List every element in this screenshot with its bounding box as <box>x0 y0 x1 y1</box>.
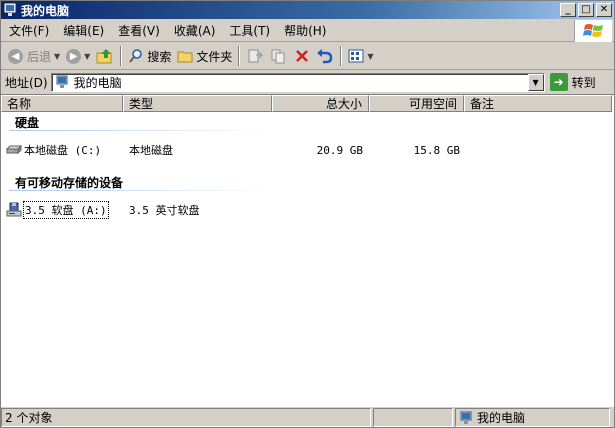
chevron-down-icon: ▼ <box>532 77 539 87</box>
close-button[interactable]: ✕ <box>596 3 612 17</box>
go-button[interactable]: ➜ 转到 <box>549 73 596 91</box>
menu-view[interactable]: 查看(V) <box>111 22 167 39</box>
column-header-type[interactable]: 类型 <box>123 95 272 112</box>
go-arrow-icon: ➜ <box>549 73 568 91</box>
minimize-button[interactable]: _ <box>560 3 576 17</box>
close-icon: ✕ <box>599 4 609 15</box>
windows-flag-icon <box>582 24 603 37</box>
address-label: 地址(D) <box>5 75 48 90</box>
column-header-free-space[interactable]: 可用空间 <box>369 95 464 112</box>
chevron-down-icon: ▼ <box>367 51 374 61</box>
address-bar: 地址(D) 我的电脑 ▼ ➜ 转到 <box>1 71 614 93</box>
floppy-drive-icon <box>6 202 22 217</box>
window-title: 我的电脑 <box>21 3 70 18</box>
status-bar: 2 个对象 我的电脑 <box>1 408 614 427</box>
maximize-icon: □ <box>581 4 591 15</box>
list-item[interactable]: 本地磁盘 (C:) 本地磁盘 20.9 GB 15.8 GB <box>1 141 612 159</box>
undo-button[interactable] <box>313 45 337 67</box>
status-empty-panel <box>373 408 453 427</box>
folders-button[interactable]: 文件夹 <box>174 45 235 67</box>
column-header-comment[interactable]: 备注 <box>464 95 612 112</box>
group-divider <box>9 130 271 131</box>
folders-label: 文件夹 <box>196 49 233 64</box>
chevron-down-icon: ▼ <box>84 51 91 61</box>
explorer-window: 我的电脑 _ □ ✕ 文件(F) 编辑(E) 查看(V) 收藏(A) 工具(T)… <box>0 0 615 428</box>
status-location: 我的电脑 <box>455 408 610 427</box>
delete-x-icon <box>296 50 309 62</box>
address-value: 我的电脑 <box>73 75 122 90</box>
toolbar-separator <box>238 46 241 66</box>
toolbar-separator <box>340 46 343 66</box>
list-item[interactable]: 3.5 软盘 (A:) 3.5 英寸软盘 <box>1 201 612 219</box>
undo-icon <box>317 49 333 64</box>
folder-up-icon <box>96 49 112 64</box>
forward-button[interactable]: ▶ ▼ <box>63 45 93 67</box>
menu-favorites[interactable]: 收藏(A) <box>167 22 223 39</box>
copy-to-icon <box>271 49 285 64</box>
move-to-button[interactable] <box>243 45 267 67</box>
menu-file[interactable]: 文件(F) <box>1 22 56 39</box>
item-type: 3.5 英寸软盘 <box>129 204 200 217</box>
status-location-text: 我的电脑 <box>477 411 526 425</box>
address-dropdown-button[interactable]: ▼ <box>527 73 544 91</box>
item-name: 本地磁盘 (C:) <box>24 144 102 157</box>
go-label: 转到 <box>571 75 596 90</box>
my-computer-icon <box>56 75 68 88</box>
group-header: 有可移动存储的设备 <box>15 176 124 190</box>
my-computer-icon <box>4 3 16 16</box>
file-list[interactable]: 名称 类型 总大小 可用空间 备注 硬盘 本地磁盘 (C:) 本地磁盘 20.9… <box>1 94 614 407</box>
copy-to-button[interactable] <box>267 45 291 67</box>
item-total-size: 20.9 GB <box>316 143 363 157</box>
minimize-icon: _ <box>565 4 571 15</box>
group-header: 硬盘 <box>15 116 40 130</box>
menu-help[interactable]: 帮助(H) <box>277 22 333 39</box>
search-icon <box>129 49 143 63</box>
search-button[interactable]: 搜索 <box>125 45 174 67</box>
views-icon <box>348 49 364 63</box>
chevron-down-icon: ▼ <box>54 51 61 61</box>
folder-icon <box>177 51 193 63</box>
menu-bar: 文件(F) 编辑(E) 查看(V) 收藏(A) 工具(T) 帮助(H) <box>1 20 614 42</box>
column-header-name[interactable]: 名称 <box>1 95 123 112</box>
status-object-count: 2 个对象 <box>1 408 371 427</box>
item-free-space: 15.8 GB <box>413 143 460 157</box>
standard-toolbar: ◀ 后退 ▼ ▶ ▼ 搜索 文件夹 ▼ <box>1 43 614 70</box>
group-divider <box>9 190 271 191</box>
maximize-button[interactable]: □ <box>578 3 594 17</box>
menu-tools[interactable]: 工具(T) <box>222 22 277 39</box>
back-arrow-icon: ◀ <box>8 48 23 64</box>
hard-drive-icon <box>6 144 22 155</box>
menu-edit[interactable]: 编辑(E) <box>56 22 111 39</box>
column-header-total-size[interactable]: 总大小 <box>272 95 369 112</box>
my-computer-icon <box>460 411 472 424</box>
back-label: 后退 <box>27 49 52 64</box>
column-header-bar: 名称 类型 总大小 可用空间 备注 <box>1 95 612 112</box>
move-to-icon <box>248 49 264 63</box>
forward-arrow-icon: ▶ <box>66 48 82 64</box>
windows-logo <box>574 20 612 42</box>
toolbar-separator <box>120 46 123 66</box>
address-input[interactable]: 我的电脑 ▼ <box>50 72 545 92</box>
search-label: 搜索 <box>147 49 172 64</box>
views-button[interactable]: ▼ <box>345 45 376 67</box>
back-button[interactable]: ◀ 后退 ▼ <box>5 45 63 67</box>
delete-button[interactable] <box>291 45 313 67</box>
item-name: 3.5 软盘 (A:) <box>23 201 109 219</box>
title-bar[interactable]: 我的电脑 _ □ ✕ <box>1 1 614 19</box>
up-button[interactable] <box>93 45 117 67</box>
item-type: 本地磁盘 <box>129 144 173 157</box>
